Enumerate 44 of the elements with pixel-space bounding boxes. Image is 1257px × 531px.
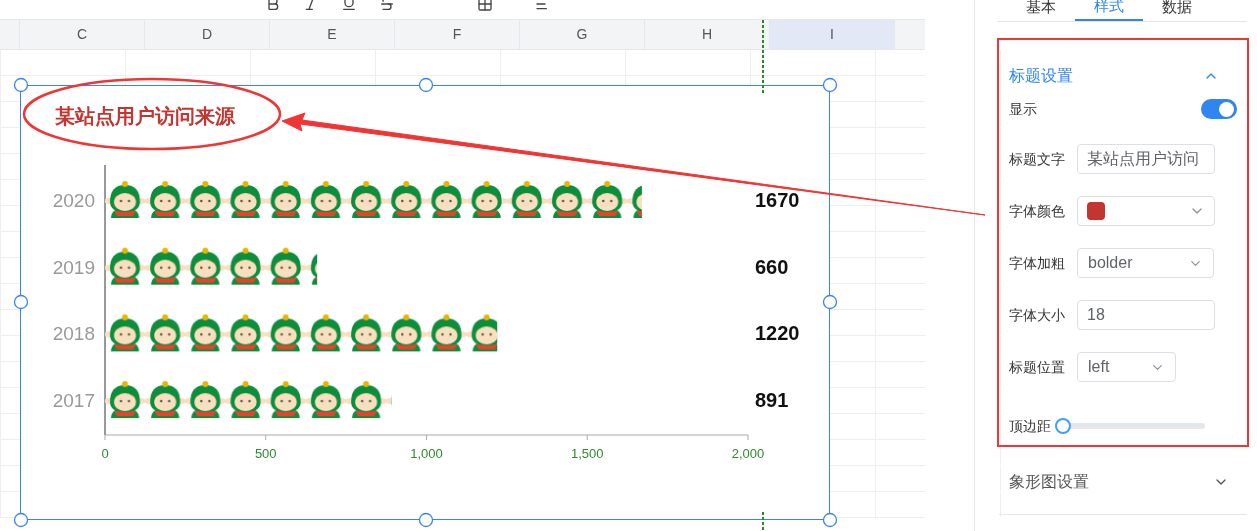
x-tick-label: 500 [254, 446, 277, 461]
field-label: 标题文字 [1009, 149, 1066, 169]
section-title[interactable]: 象形图设置 [1009, 469, 1089, 494]
column-header[interactable]: D [145, 20, 270, 49]
x-tick-label: 2,000 [731, 446, 765, 461]
field-label: 顶边距 [1009, 417, 1051, 436]
column-header[interactable]: G [520, 20, 645, 49]
year-label: 2018 [52, 323, 95, 345]
toggle-switch[interactable] [1201, 99, 1237, 119]
column-header[interactable]: E [270, 20, 395, 49]
section-title[interactable]: 标题设置 [1009, 64, 1073, 88]
text-field[interactable]: 某站点用户访问 [1077, 144, 1215, 174]
grid-icon[interactable] [477, 0, 493, 12]
x-tick-label: 0 [101, 446, 109, 461]
value-label: 891 [755, 389, 789, 412]
panel-tab[interactable]: 数据 [1143, 0, 1211, 21]
field-label: 标题位置 [1009, 357, 1066, 377]
column-header[interactable]: C [20, 20, 145, 49]
underline-icon[interactable] [341, 0, 357, 12]
panel-tab[interactable]: 基本 [1007, 0, 1075, 21]
column-header[interactable]: I [770, 20, 895, 49]
select-field[interactable]: bolder [1077, 248, 1214, 278]
value-label: 660 [755, 255, 789, 278]
column-header[interactable]: F [395, 20, 520, 49]
x-tick-label: 1,500 [571, 446, 604, 461]
value-label: 1670 [755, 189, 800, 211]
strikethrough-icon[interactable] [379, 0, 395, 12]
field-label: 字体颜色 [1009, 201, 1066, 221]
field-label: 显示 [1009, 99, 1038, 119]
text-field[interactable]: 18 [1077, 300, 1215, 330]
year-label: 2020 [52, 190, 95, 211]
field-label: 字体大小 [1009, 305, 1066, 325]
slider-thumb[interactable] [1055, 418, 1071, 434]
color-picker[interactable] [1077, 196, 1215, 226]
value-label: 1220 [755, 322, 800, 345]
chart-title: 某站点用户访问来源 [55, 105, 235, 127]
select-field[interactable]: left [1077, 352, 1176, 382]
year-label: 2019 [52, 256, 95, 278]
year-label: 2017 [52, 390, 95, 412]
field-label: 字体加粗 [1009, 253, 1066, 273]
bold-icon[interactable] [265, 0, 281, 12]
column-boundary-line [762, 511, 764, 531]
slider[interactable] [1055, 418, 1205, 434]
x-tick-label: 1,000 [410, 446, 443, 461]
